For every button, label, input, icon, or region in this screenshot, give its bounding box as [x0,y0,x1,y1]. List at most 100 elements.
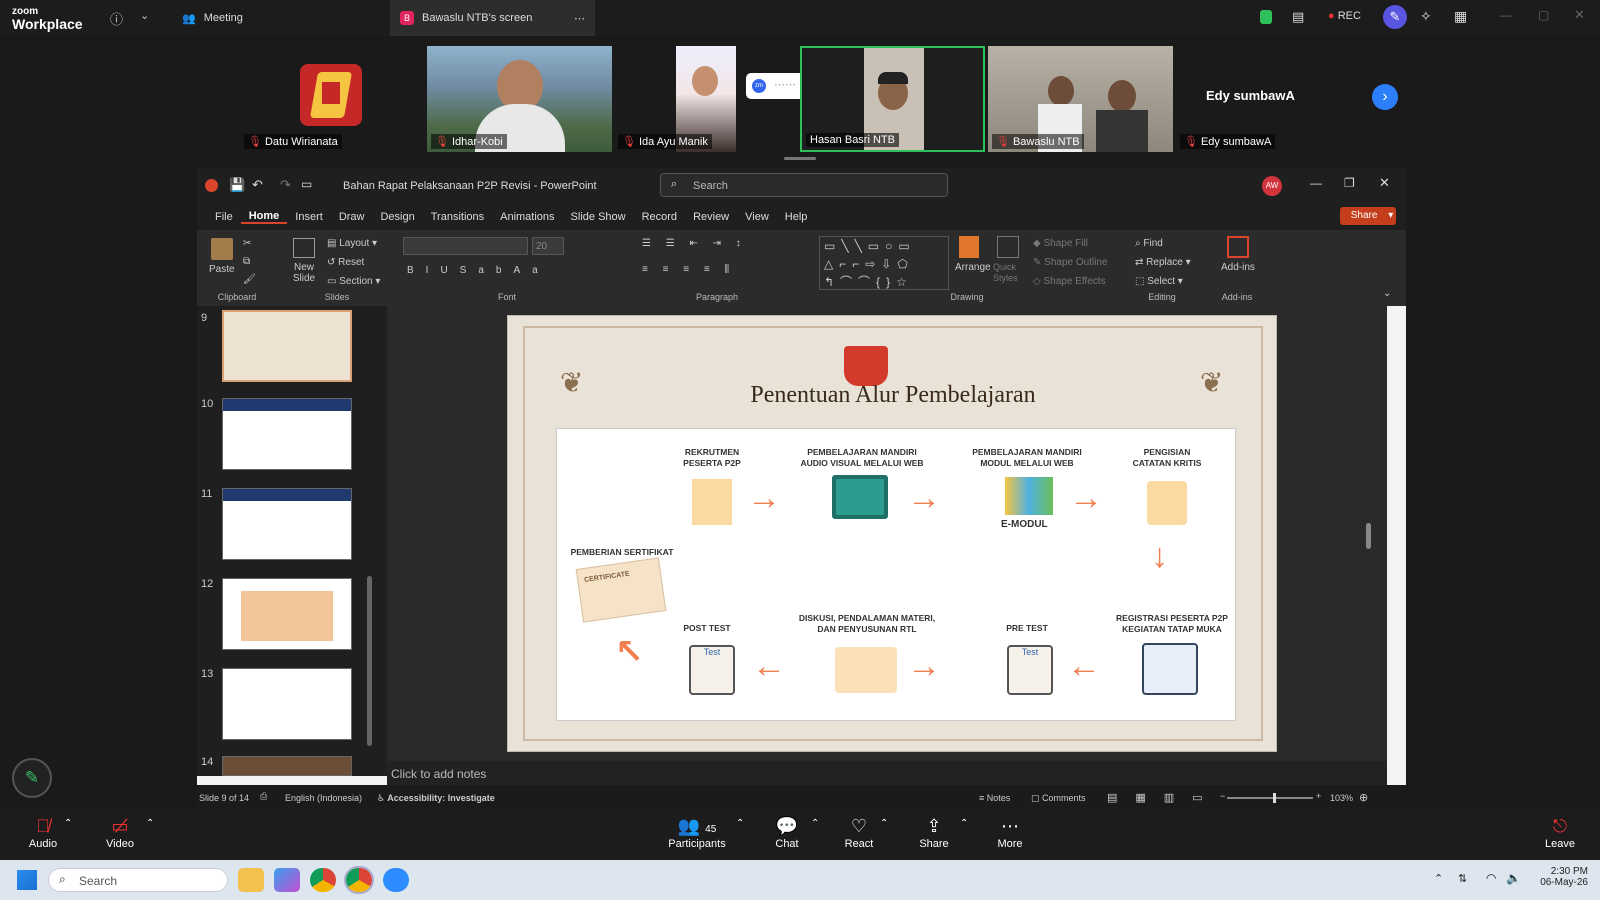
thumb-slide-9[interactable] [222,310,352,382]
info-icon[interactable]: ⓘ [110,9,123,28]
video-options-icon[interactable]: ⌃ [146,818,154,829]
find-button[interactable]: ⌕ Find [1135,238,1163,249]
quick-styles-icon[interactable] [997,236,1019,258]
new-slide-label[interactable]: New Slide [289,262,319,284]
audio-options-icon[interactable]: ⌃ [64,818,72,829]
menu-home[interactable]: Home [240,210,288,224]
cut-icon[interactable]: ✂ [243,238,251,249]
participant-tile[interactable]: 🎙 Ida Ayu Manik [614,46,799,152]
annotate-icon[interactable]: ✎ [1383,5,1407,29]
notes-pane[interactable]: Click to add notes [387,761,1387,785]
menu-transitions[interactable]: Transitions [423,211,492,223]
thumb-slide-11[interactable] [222,488,352,560]
ai-sparkle-icon[interactable]: ✧ [1420,8,1432,25]
canvas-scrollbar[interactable] [1366,523,1371,549]
close-icon[interactable]: ✕ [1379,175,1390,191]
participants-options-icon[interactable]: ⌃ [736,818,744,829]
more-button[interactable]: ⋯ More [975,816,1045,850]
notes-icon[interactable]: ▤ [1292,9,1304,25]
present-icon[interactable]: ▭ [301,177,312,191]
shape-effects-button[interactable]: ◇ Shape Effects [1033,276,1106,287]
list-buttons[interactable]: ☰ ☰ ⇤ ⇥ ↕ [642,238,747,249]
redo-icon[interactable]: ↷ [280,177,291,193]
save-icon[interactable]: 💾 [229,177,245,193]
copilot-icon[interactable] [274,868,300,892]
arrange-label[interactable]: Arrange [955,262,991,273]
addins-label[interactable]: Add-ins [1221,262,1255,273]
taskbar-search[interactable]: ⌕ Search [48,868,228,892]
quick-styles-label[interactable]: Quick Styles [993,262,1023,284]
apps-icon[interactable]: ▦ [1454,8,1467,25]
font-size-select[interactable]: 20 [532,237,564,255]
thumbs-scrollbar[interactable] [367,576,372,746]
file-explorer-icon[interactable] [238,868,264,892]
paste-label[interactable]: Paste [209,264,235,275]
recording-indicator[interactable]: ● REC [1328,10,1361,22]
chrome-active-icon[interactable] [344,866,374,894]
thumb-slide-14[interactable] [222,756,352,776]
zoom-level[interactable]: 103% [1330,793,1353,803]
wifi-icon[interactable]: ◠ [1486,871,1496,885]
arrange-icon[interactable] [959,236,979,258]
notes-button[interactable]: ≡ Notes [979,793,1010,803]
font-format-buttons[interactable]: BIUSabAa [407,265,550,276]
clock[interactable]: 2:30 PM 06-May-26 [1532,866,1588,888]
drag-handle-icon[interactable]: ⋯⋯ [774,78,796,91]
video-button[interactable]: ▭̸ Video [85,816,155,850]
copy-icon[interactable]: ⧉ [243,256,250,267]
section-button[interactable]: ▭ Section ▾ [327,276,380,287]
participants-button[interactable]: 👥 45 Participants [662,816,732,850]
share-screen-tab[interactable]: B Bawaslu NTB's screen ⋯ [390,0,595,36]
participant-tile[interactable]: 🎙 Datu Wirianata [240,46,425,152]
thumb-slide-13[interactable] [222,668,352,740]
chat-options-icon[interactable]: ⌃ [811,818,819,829]
leave-button[interactable]: ⎋ Leave [1525,816,1595,850]
format-painter-icon[interactable]: 🖌 [243,274,256,285]
tray-expand-icon[interactable]: ⌃ [1434,872,1443,885]
addins-icon[interactable] [1227,236,1249,258]
maximize-icon[interactable]: ▢ [1538,8,1549,22]
align-buttons[interactable]: ≡ ≡ ≡ ≡ ⫼ [642,264,735,275]
fit-to-window-icon[interactable]: ⊕ [1359,791,1368,804]
share-screen-button[interactable]: ⇪ Share [899,816,969,850]
spellcheck-icon[interactable]: ⎙ [260,791,267,802]
windows-start-icon[interactable] [17,870,37,890]
shape-fill-button[interactable]: ◆ Shape Fill [1033,238,1088,249]
chrome-icon[interactable] [310,868,336,892]
zoom-out-icon[interactable]: − [1220,791,1225,801]
shape-outline-button[interactable]: ✎ Shape Outline [1033,257,1108,268]
gallery-resize-handle[interactable] [784,157,816,160]
zoom-app-icon[interactable] [383,868,409,892]
search-box[interactable]: ⌕ Search [660,173,948,197]
menu-review[interactable]: Review [685,211,737,223]
accessibility-button[interactable]: ♿ Accessibility: Investigate [377,793,495,804]
comments-button[interactable]: ▢ Comments [1031,793,1086,804]
network-status-icon[interactable]: ⇅ [1458,872,1467,885]
pen-tool-icon[interactable]: ✎ [12,758,52,798]
menu-record[interactable]: Record [634,211,685,223]
thumb-slide-12[interactable] [222,578,352,650]
participant-tile-active-speaker[interactable]: Hasan Basri NTB [800,46,985,152]
menu-slide-show[interactable]: Slide Show [563,211,634,223]
menu-view[interactable]: View [737,211,777,223]
user-avatar[interactable]: AW [1262,176,1282,196]
menu-file[interactable]: File [207,211,241,223]
menu-animations[interactable]: Animations [492,211,562,223]
view-buttons[interactable]: ▤▦▥▭ [1107,791,1221,804]
font-family-select[interactable] [403,237,528,255]
language-indicator[interactable]: English (Indonesia) [285,793,362,803]
share-options-icon[interactable]: ⌃ [960,818,968,829]
more-options-icon[interactable]: ⋯ [574,12,585,25]
minimize-icon[interactable]: — [1310,176,1322,190]
participant-tile[interactable]: 🎙 Idhar-Kobi [427,46,612,152]
share-button[interactable]: Share ▾ [1340,207,1396,225]
react-options-icon[interactable]: ⌃ [880,818,888,829]
thumb-slide-10[interactable] [222,398,352,470]
speaker-icon[interactable]: 🔈 [1506,871,1521,885]
reset-button[interactable]: ↺ Reset [327,257,364,268]
paste-icon[interactable] [211,238,233,260]
replace-button[interactable]: ⇄ Replace ▾ [1135,257,1191,268]
menu-help[interactable]: Help [777,211,816,223]
participant-tile[interactable]: Edy sumbawA 🎙 Edy sumbawA [1176,46,1361,152]
menu-insert[interactable]: Insert [287,211,331,223]
